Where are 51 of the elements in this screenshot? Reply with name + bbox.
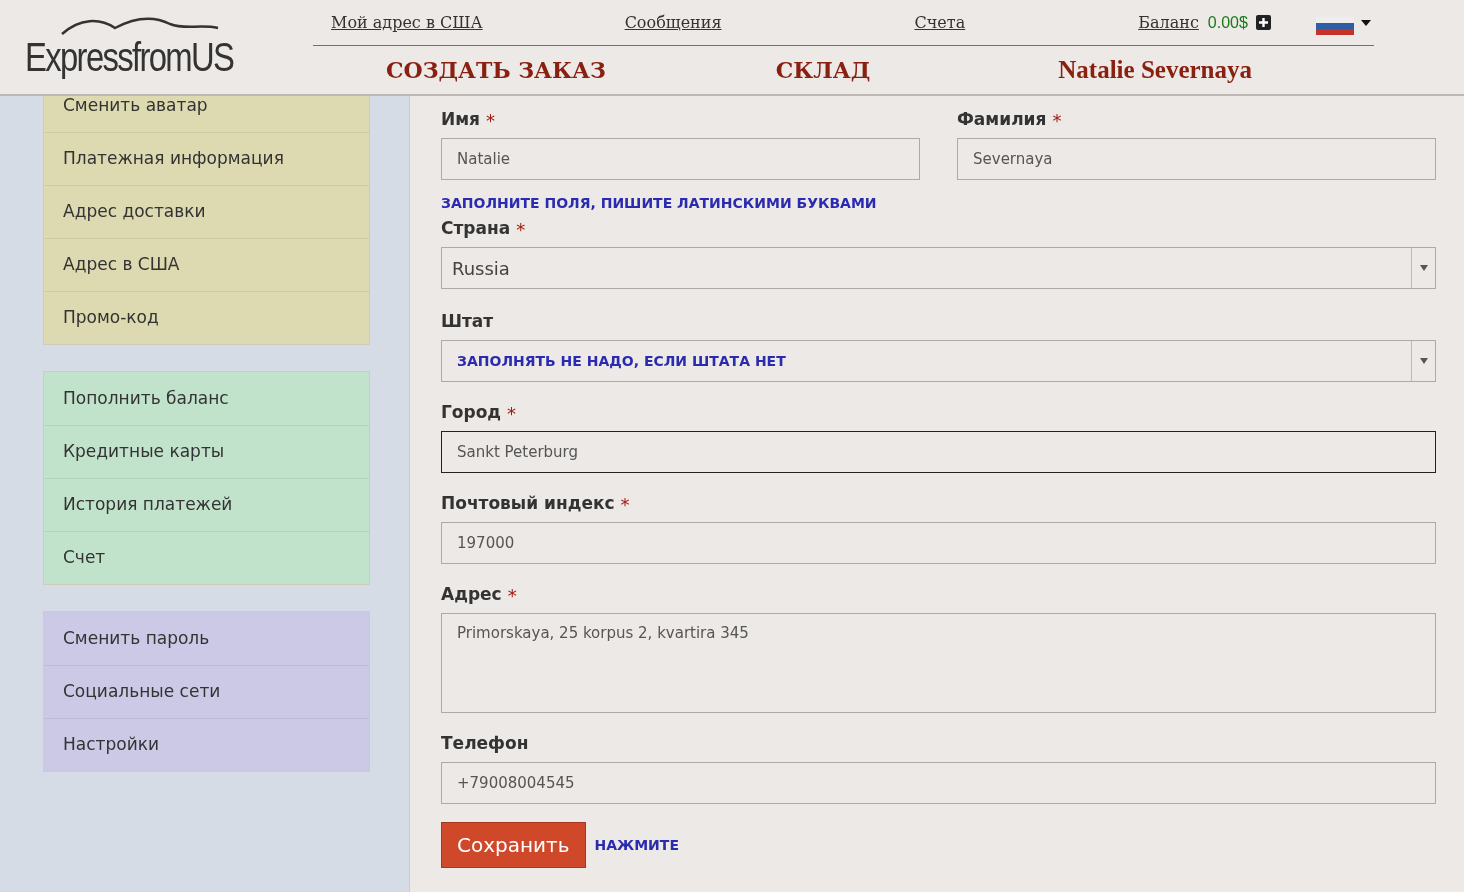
- field-label: Телефон: [441, 732, 529, 756]
- required-mark: *: [1052, 108, 1062, 133]
- sidebar-item[interactable]: Платежная информация: [44, 132, 369, 185]
- address-textarea[interactable]: Primorskaya, 25 korpus 2, kvartira 345: [441, 613, 1436, 713]
- field-label: Имя: [441, 108, 481, 132]
- sidebar-item[interactable]: Адрес в США: [44, 238, 369, 291]
- sidebar-item[interactable]: История платежей: [44, 478, 369, 531]
- caret-icon[interactable]: [1360, 19, 1371, 26]
- field-label: Адрес: [441, 583, 502, 607]
- sidebar-item[interactable]: Социальные сети: [44, 665, 369, 718]
- input-field[interactable]: Natalie: [441, 138, 920, 180]
- select-field[interactable]: ЗАПОЛНЯТЬ НЕ НАДО, ЕСЛИ ШТАТА НЕТ: [441, 340, 1436, 382]
- input-field[interactable]: +79008004545: [441, 762, 1436, 804]
- required-mark: *: [486, 108, 496, 133]
- sidebar-item[interactable]: Пополнить баланс: [44, 372, 369, 425]
- dropdown-caret-icon: [1419, 265, 1428, 271]
- sidebar-item[interactable]: Адрес доставки: [44, 185, 369, 238]
- balance-link[interactable]: Баланс: [1138, 10, 1199, 35]
- nav-link[interactable]: СОЗДАТЬ ЗАКАЗ: [386, 53, 606, 87]
- nav-link[interactable]: Сообщения: [624, 10, 722, 35]
- sidebar-item[interactable]: Промо-код: [44, 291, 369, 344]
- field-label: Почтовый индекс: [441, 492, 615, 516]
- balance-amount: 0.00$: [1207, 12, 1248, 33]
- click-hint: НАЖМИТЕ: [594, 835, 679, 855]
- field-note: ЗАПОЛНИТЕ ПОЛЯ, ПИШИТЕ ЛАТИНСКИМИ БУКВАМИ: [441, 194, 878, 213]
- input-field[interactable]: 197000: [441, 522, 1436, 564]
- select-field[interactable]: Russia: [441, 247, 1436, 289]
- russian-flag-icon[interactable]: [1315, 16, 1354, 35]
- sidebar-item[interactable]: Кредитные карты: [44, 425, 369, 478]
- field-label: Страна: [441, 217, 511, 241]
- field-label: Город: [441, 401, 502, 425]
- save-button[interactable]: Сохранить: [441, 822, 586, 868]
- sidebar-item[interactable]: Счет: [44, 531, 369, 584]
- dropdown-caret-icon: [1419, 358, 1428, 364]
- required-mark: *: [516, 217, 526, 242]
- nav-link[interactable]: СКЛАД: [775, 53, 871, 87]
- sidebar-item[interactable]: Настройки: [44, 718, 369, 771]
- plus-icon[interactable]: [1255, 15, 1271, 30]
- input-field[interactable]: Sankt Peterburg: [441, 431, 1436, 473]
- nav-link[interactable]: Natalie Severnaya: [1058, 51, 1252, 89]
- nav-link[interactable]: Счета: [914, 10, 966, 35]
- nav-link[interactable]: Мой адрес в США: [331, 10, 483, 35]
- sidebar-item[interactable]: Сменить пароль: [44, 612, 369, 665]
- required-mark: *: [507, 583, 517, 608]
- field-label: Фамилия: [957, 108, 1047, 132]
- field-label: Штат: [441, 310, 494, 334]
- required-mark: *: [620, 492, 630, 517]
- required-mark: *: [507, 401, 517, 426]
- sidebar-item[interactable]: Сменить аватар: [44, 96, 369, 132]
- site-logo[interactable]: ExpressfromUS: [25, 27, 234, 87]
- input-field[interactable]: Severnaya: [957, 138, 1436, 180]
